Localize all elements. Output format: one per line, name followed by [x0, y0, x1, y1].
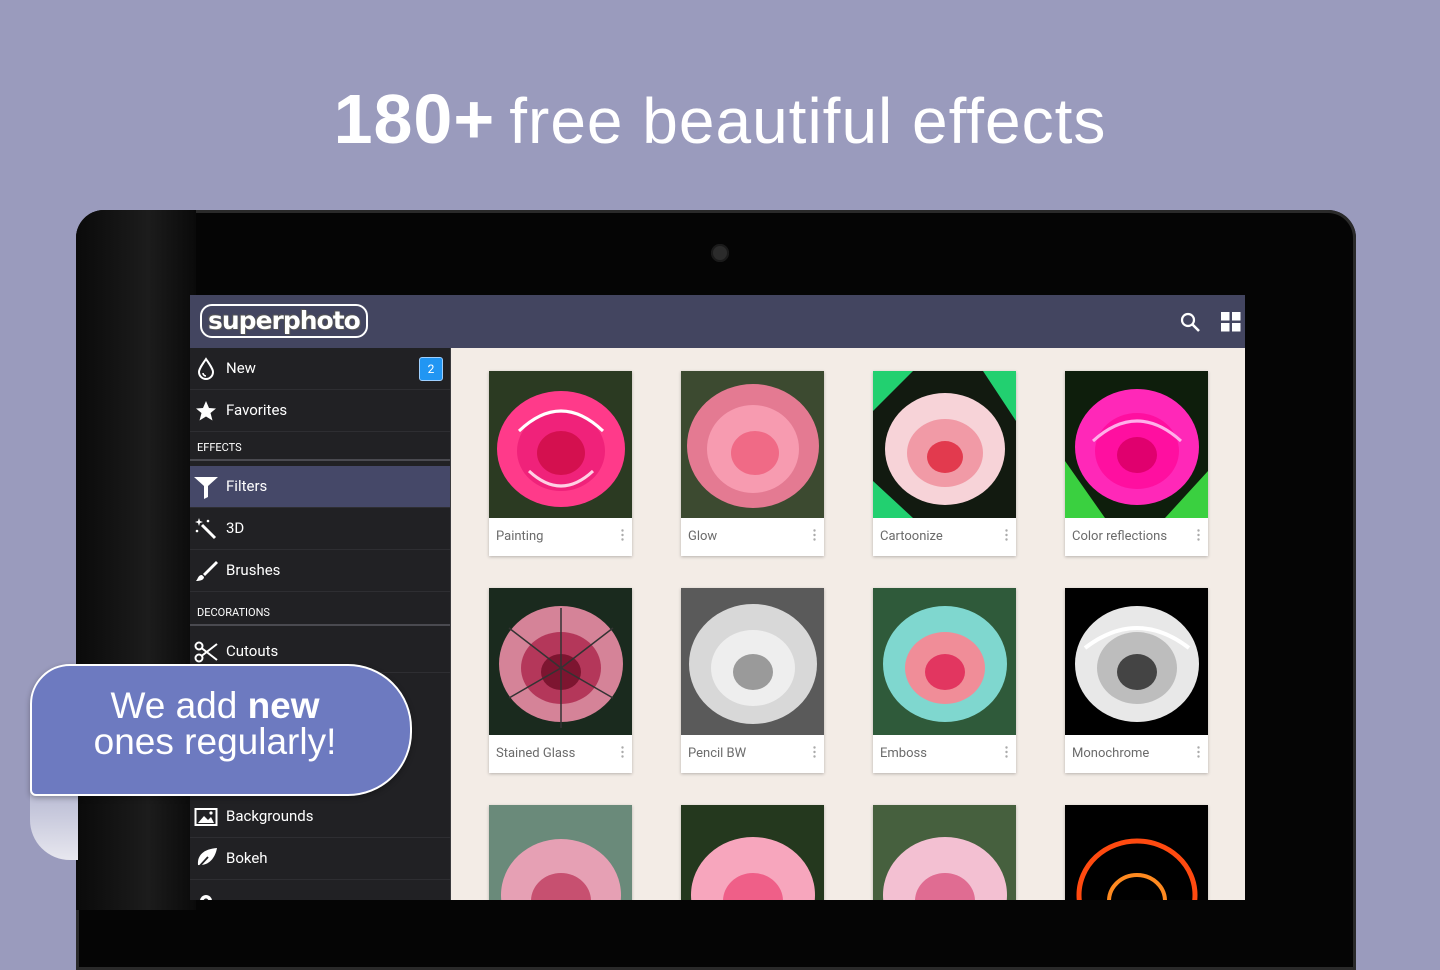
- nav-item-3d[interactable]: 3D: [190, 508, 450, 550]
- effect-thumbnail: [873, 805, 1016, 900]
- camera-icon: [711, 244, 729, 262]
- gear-icon: [200, 895, 212, 900]
- effect-name: Cartoonize: [880, 529, 943, 544]
- effect-thumbnail: [489, 588, 632, 735]
- overflow-menu-icon[interactable]: [1005, 746, 1008, 758]
- overflow-menu-icon[interactable]: [813, 746, 816, 758]
- nav-item-label: 3D: [226, 519, 245, 537]
- effect-card-monochrome[interactable]: Monochrome: [1065, 588, 1208, 773]
- overflow-menu-icon[interactable]: [621, 529, 624, 541]
- nav-item-favorites[interactable]: Favorites: [190, 390, 450, 432]
- effect-card[interactable]: [873, 805, 1016, 900]
- speech-bubble-tail: [30, 790, 78, 860]
- effect-thumbnail: [1065, 371, 1208, 518]
- effect-name: Color reflections: [1072, 529, 1168, 544]
- headline-text: free beautiful effects: [509, 85, 1107, 157]
- overflow-menu-icon[interactable]: [1005, 529, 1008, 541]
- navigation-drawer: New 2 Favorites EFFECTS Filters 3D Brush…: [190, 348, 451, 900]
- overflow-menu-icon[interactable]: [1197, 529, 1200, 541]
- effect-name: Glow: [688, 529, 718, 544]
- effect-thumbnail: [1065, 805, 1208, 900]
- drop-icon: [197, 357, 215, 380]
- effect-card-painting[interactable]: Painting: [489, 371, 632, 556]
- promo-headline: 180+ free beautiful effects: [0, 74, 1440, 166]
- nav-item-label: New: [226, 359, 256, 377]
- star-icon: [196, 401, 216, 421]
- nav-item-backgrounds[interactable]: Backgrounds: [190, 796, 450, 838]
- speech-bubble-text: We add new ones regularly!: [30, 685, 400, 762]
- effect-thumbnail: [681, 588, 824, 735]
- tablet-bezel-sheen: [76, 210, 196, 910]
- app-bar: superphoto: [190, 295, 1245, 348]
- nav-item-label: Brushes: [226, 561, 281, 579]
- effect-name: Pencil BW: [688, 746, 747, 761]
- scissors-icon: [194, 641, 218, 663]
- filter-funnel-icon: [194, 477, 218, 499]
- effect-thumbnail: [1065, 588, 1208, 735]
- effects-grid: Painting Glow Cartoonize Color reflectio…: [451, 348, 1245, 900]
- effect-thumbnail: [489, 805, 632, 900]
- nav-item-new[interactable]: New 2: [190, 348, 450, 390]
- bubble-line1-start: We add: [110, 685, 248, 726]
- nav-item-label: Backgrounds: [226, 807, 314, 825]
- section-header-effects: EFFECTS: [190, 437, 450, 461]
- effect-thumbnail: [873, 588, 1016, 735]
- effect-name: Stained Glass: [496, 746, 576, 761]
- bubble-line2: ones regularly!: [93, 721, 337, 762]
- nav-item-bokeh[interactable]: Bokeh: [190, 838, 450, 880]
- nav-item-label: Favorites: [226, 401, 288, 419]
- image-icon: [194, 808, 218, 826]
- effect-name: Emboss: [880, 746, 927, 761]
- overflow-menu-icon[interactable]: [813, 529, 816, 541]
- nav-item-label: Bokeh: [226, 849, 268, 867]
- overflow-menu-icon[interactable]: [621, 746, 624, 758]
- effect-card-stained-glass[interactable]: Stained Glass: [489, 588, 632, 773]
- effect-thumbnail: [489, 371, 632, 518]
- leaf-icon: [195, 848, 217, 871]
- nav-item-partial[interactable]: [190, 880, 450, 900]
- effect-card-cartoonize[interactable]: Cartoonize: [873, 371, 1016, 556]
- effect-thumbnail: [873, 371, 1016, 518]
- effect-card-pencil-bw[interactable]: Pencil BW: [681, 588, 824, 773]
- section-header-decorations: DECORATIONS: [190, 602, 450, 626]
- nav-item-brushes[interactable]: Brushes: [190, 550, 450, 592]
- brush-icon: [196, 561, 218, 581]
- effect-thumbnail: [681, 371, 824, 518]
- effect-thumbnail: [681, 805, 824, 900]
- bubble-line1-emphasis: new: [247, 685, 320, 726]
- nav-item-label: Filters: [226, 477, 268, 495]
- effect-name: Monochrome: [1072, 746, 1150, 761]
- magic-wand-icon: [195, 518, 217, 540]
- search-icon[interactable]: [1180, 312, 1200, 332]
- effect-card-color-reflections[interactable]: Color reflections: [1065, 371, 1208, 556]
- new-count-badge: 2: [419, 357, 443, 381]
- grid-view-icon[interactable]: [1221, 312, 1241, 332]
- effect-card[interactable]: [489, 805, 632, 900]
- effect-card-glow[interactable]: Glow: [681, 371, 824, 556]
- effect-card-emboss[interactable]: Emboss: [873, 588, 1016, 773]
- headline-number: 180+: [333, 80, 496, 158]
- overflow-menu-icon[interactable]: [1197, 746, 1200, 758]
- app-screen: superphoto New 2 Favorites EFFECTS Filte…: [190, 295, 1245, 900]
- nav-item-filters[interactable]: Filters: [190, 466, 450, 508]
- section-title: DECORATIONS: [197, 606, 270, 619]
- section-title: EFFECTS: [197, 441, 242, 454]
- effect-card[interactable]: [1065, 805, 1208, 900]
- effect-card[interactable]: [681, 805, 824, 900]
- app-logo: superphoto: [200, 304, 368, 338]
- effect-name: Painting: [496, 529, 544, 544]
